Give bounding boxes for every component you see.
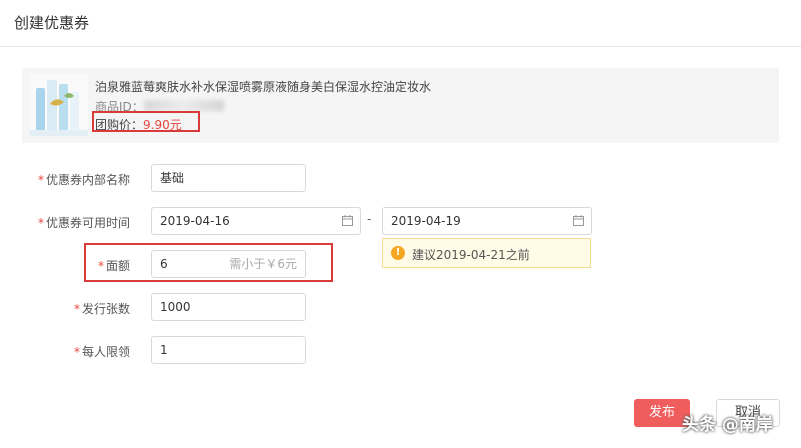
issue-count-input[interactable]: 1000 xyxy=(151,293,306,321)
required-mark: * xyxy=(74,302,80,316)
price-highlight-box xyxy=(92,111,200,132)
internal-name-label: * 优惠券内部名称 xyxy=(38,171,130,188)
watermark: 头条 @南岸 xyxy=(682,415,773,435)
internal-name-label-text: 优惠券内部名称 xyxy=(46,173,131,187)
dialog-title: 创建优惠券 xyxy=(14,14,90,32)
calendar-icon[interactable] xyxy=(342,215,353,226)
product-name: 泊泉雅蓝莓爽肤水补水保湿喷雾原液随身美白保湿水控油定妆水 xyxy=(95,80,432,94)
required-mark: * xyxy=(74,345,80,359)
date-suggestion-text: 建议2019-04-21之前 xyxy=(412,248,530,262)
start-date-input[interactable]: 2019-04-16 xyxy=(151,207,361,235)
per-person-limit-label: * 每人限领 xyxy=(74,343,130,360)
warning-icon: ! xyxy=(391,246,405,260)
calendar-icon[interactable] xyxy=(573,215,584,226)
end-date-input[interactable]: 2019-04-19 xyxy=(382,207,592,235)
date-suggestion-alert: ! 建议2019-04-21之前 xyxy=(382,238,591,268)
date-separator: - xyxy=(367,212,372,226)
per-person-limit-label-text: 每人限领 xyxy=(82,345,131,359)
start-date-value: 2019-04-16 xyxy=(160,214,230,228)
issue-count-label-text: 发行张数 xyxy=(82,302,131,316)
issue-count-label: * 发行张数 xyxy=(74,300,130,317)
required-mark: * xyxy=(38,173,44,187)
valid-time-label: * 优惠券可用时间 xyxy=(38,214,130,231)
per-person-limit-input[interactable]: 1 xyxy=(151,336,306,364)
internal-name-input[interactable]: 基础 xyxy=(151,164,306,192)
title-divider xyxy=(0,46,801,47)
amount-highlight-box xyxy=(84,243,333,282)
end-date-value: 2019-04-19 xyxy=(391,214,461,228)
product-thumbnail xyxy=(30,74,88,136)
product-id-redacted xyxy=(144,100,224,111)
valid-time-label-text: 优惠券可用时间 xyxy=(46,216,131,230)
required-mark: * xyxy=(38,216,44,230)
